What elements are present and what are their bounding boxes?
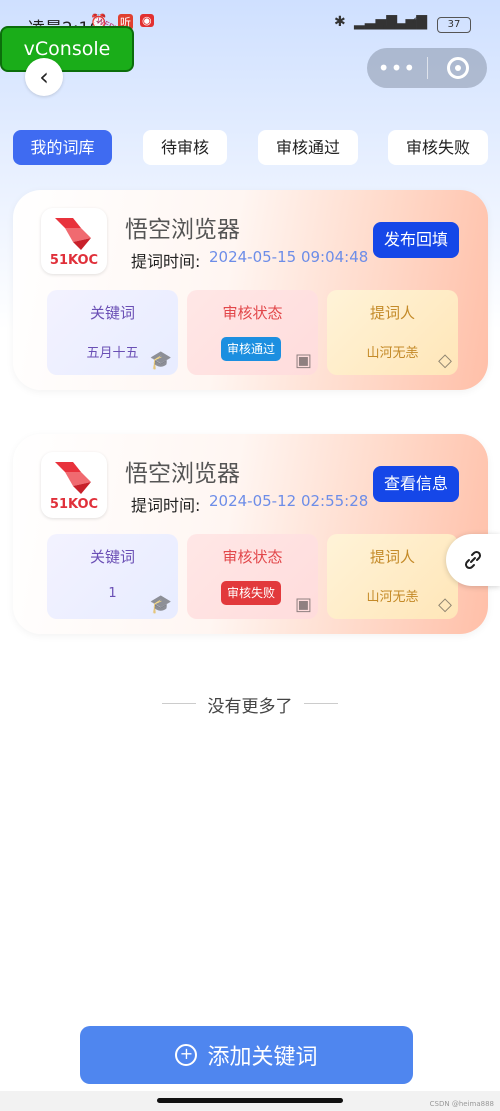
graduation-cap-icon: 🎓 — [149, 350, 172, 371]
add-circle-icon: + — [175, 1044, 198, 1066]
person-title: 提词人 — [369, 548, 415, 566]
keyword-cell: 关键词 五月十五 🎓 — [47, 290, 178, 375]
keyword-card: 51KOC 悟空浏览器 提词时间: 2024-05-15 09:04:48 发布… — [13, 190, 488, 390]
app-logo: 51KOC — [41, 452, 107, 518]
wifi-icon: ◠ — [412, 14, 425, 30]
close-miniprogram-button[interactable] — [428, 57, 487, 79]
add-keyword-button[interactable]: + 添加关键词 — [80, 1026, 413, 1084]
person-cell: 提词人 山河无恙 ◇ — [327, 534, 458, 619]
target-icon — [446, 57, 469, 79]
status-cell: 审核状态 审核失败 ▣ — [187, 534, 318, 619]
app-name: 悟空浏览器 — [125, 461, 240, 487]
miniprogram-capsule: ••• — [367, 48, 487, 88]
watermark: CSDN @heima888 — [429, 1100, 494, 1108]
time-label: 提词时间: — [131, 252, 201, 271]
time-value: 2024-05-15 09:04:48 — [209, 248, 369, 266]
bluetooth-icon: ✱ — [334, 14, 346, 30]
filter-tabs: 我的词库 待审核 审核通过 审核失败 — [0, 130, 500, 166]
logo-text: 51KOC — [49, 253, 99, 268]
share-link-button[interactable] — [446, 534, 500, 586]
time-label: 提词时间: — [131, 496, 201, 515]
time-value: 2024-05-12 02:55:28 — [209, 492, 369, 510]
keyword-cell: 关键词 1 🎓 — [47, 534, 178, 619]
diamond-icon: ◇ — [438, 594, 452, 615]
tab-pending[interactable]: 待审核 — [143, 130, 227, 165]
diamond-icon: ◇ — [438, 350, 452, 371]
logo-bird-icon — [55, 462, 91, 494]
divider-line-right — [304, 703, 338, 704]
status-title: 审核状态 — [222, 548, 283, 566]
keyword-title: 关键词 — [89, 548, 135, 566]
person-cell: 提词人 山河无恙 ◇ — [327, 290, 458, 375]
profile-card-icon: ▣ — [294, 350, 312, 371]
view-info-button[interactable]: 查看信息 — [373, 466, 459, 502]
back-button[interactable]: ‹ — [25, 58, 63, 96]
more-button[interactable]: ••• — [367, 56, 427, 80]
graduation-cap-icon: 🎓 — [149, 594, 172, 615]
keyword-card: 51KOC 悟空浏览器 提词时间: 2024-05-12 02:55:28 查看… — [13, 434, 488, 634]
publish-backfill-button[interactable]: 发布回填 — [373, 222, 459, 258]
app-name: 悟空浏览器 — [125, 217, 240, 243]
profile-card-icon: ▣ — [294, 594, 312, 615]
no-more-text: 没有更多了 — [207, 697, 293, 717]
tab-rejected[interactable]: 审核失败 — [388, 130, 488, 165]
logo-bird-icon — [55, 218, 91, 250]
vconsole-button[interactable]: vConsole — [0, 26, 134, 72]
status-badge: 审核通过 — [221, 337, 281, 361]
add-keyword-label: 添加关键词 — [207, 1045, 318, 1070]
back-icon: ‹ — [39, 63, 49, 91]
battery-icon: 37 — [437, 17, 471, 33]
logo-text: 51KOC — [49, 497, 99, 512]
status-title: 审核状态 — [222, 304, 283, 322]
status-badge: 审核失败 — [221, 581, 281, 605]
keyword-title: 关键词 — [89, 304, 135, 322]
status-cell: 审核状态 审核通过 ▣ — [187, 290, 318, 375]
home-indicator[interactable] — [157, 1098, 343, 1103]
tab-my-library[interactable]: 我的词库 — [13, 130, 112, 165]
person-title: 提词人 — [369, 304, 415, 322]
netease-icon: ◉ — [140, 14, 154, 27]
app-logo: 51KOC — [41, 208, 107, 274]
tab-approved[interactable]: 审核通过 — [258, 130, 358, 165]
link-icon — [464, 550, 482, 570]
